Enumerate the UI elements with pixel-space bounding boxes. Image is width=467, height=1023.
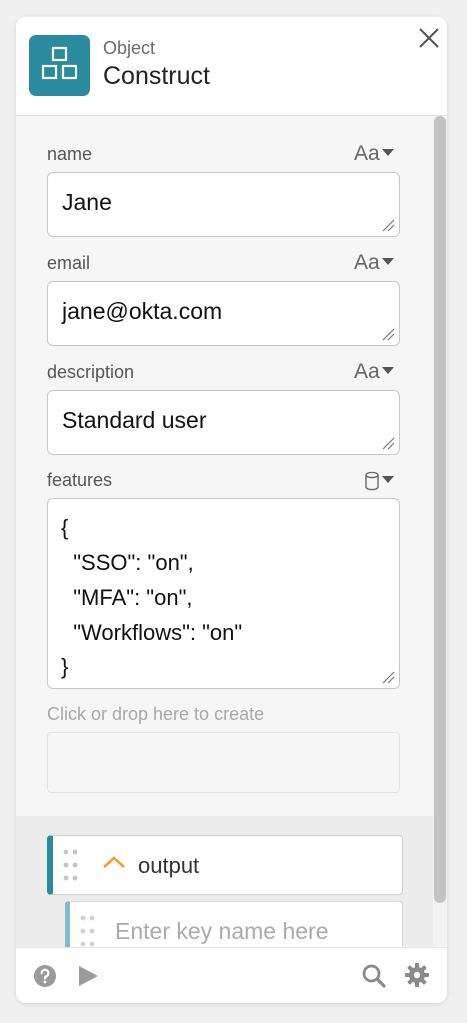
field-label-description: description [47, 362, 135, 382]
scrollbar-thumb[interactable] [434, 116, 446, 903]
output-field[interactable]: output [47, 835, 403, 895]
resize-handle-icon[interactable] [381, 218, 395, 232]
features-json-input[interactable]: { "SSO": "on", "MFA": "on", "Workflows":… [47, 498, 400, 689]
caret-down-icon [381, 258, 394, 266]
database-icon [365, 472, 379, 491]
card-body: name Aa Jane email Aa jane@okta.com desc… [16, 116, 447, 947]
help-icon[interactable] [33, 964, 57, 988]
close-icon[interactable] [416, 25, 442, 51]
field-label-name: name [47, 144, 93, 164]
card-footer [16, 947, 447, 1003]
json-line: "SSO": "on", [61, 550, 194, 575]
resize-handle-icon[interactable] [381, 670, 395, 684]
resize-handle-icon[interactable] [381, 327, 395, 341]
card-header: Object Construct [16, 17, 447, 116]
name-input[interactable]: Jane [47, 172, 400, 237]
object-construct-icon [29, 35, 90, 96]
scrollbar[interactable] [433, 116, 447, 947]
output-section: output [16, 816, 447, 947]
json-line: "Workflows": "on" [61, 620, 243, 645]
json-line: } [61, 654, 69, 679]
description-input[interactable]: Standard user [47, 390, 400, 455]
caret-down-icon [382, 476, 394, 484]
type-select-description[interactable]: Aa [354, 360, 394, 384]
drag-handle-icon[interactable] [80, 915, 96, 947]
type-select-label: Aa [354, 142, 380, 165]
output-label[interactable]: output [138, 853, 199, 879]
chevron-up-icon[interactable] [102, 854, 126, 870]
type-select-email[interactable]: Aa [354, 251, 394, 275]
card-title[interactable]: Construct [103, 62, 210, 91]
resize-handle-icon[interactable] [381, 436, 395, 450]
json-line: { [61, 515, 69, 540]
name-value: Jane [62, 189, 112, 215]
description-value: Standard user [62, 407, 207, 433]
key-name-input[interactable] [115, 915, 385, 947]
drag-handle-icon[interactable] [63, 849, 79, 883]
card-type-label: Object [103, 38, 156, 58]
email-input[interactable]: jane@okta.com [47, 281, 400, 346]
search-icon[interactable] [361, 963, 387, 989]
type-select-name[interactable]: Aa [354, 142, 394, 166]
create-dropzone[interactable] [47, 732, 400, 793]
caret-down-icon [381, 367, 394, 375]
type-select-label: Aa [354, 251, 380, 274]
gear-icon[interactable] [404, 962, 430, 988]
field-label-features: features [47, 470, 113, 490]
key-field[interactable] [65, 901, 403, 947]
field-label-email: email [47, 253, 91, 273]
email-value: jane@okta.com [62, 298, 223, 324]
construct-card: Object Construct name Aa Jane email Aa j… [16, 17, 447, 1003]
play-icon[interactable] [76, 964, 100, 988]
create-hint: Click or drop here to create [47, 704, 265, 724]
type-select-features[interactable] [364, 469, 394, 493]
type-select-label: Aa [354, 360, 380, 383]
json-line: "MFA": "on", [61, 585, 193, 610]
caret-down-icon [381, 149, 394, 157]
